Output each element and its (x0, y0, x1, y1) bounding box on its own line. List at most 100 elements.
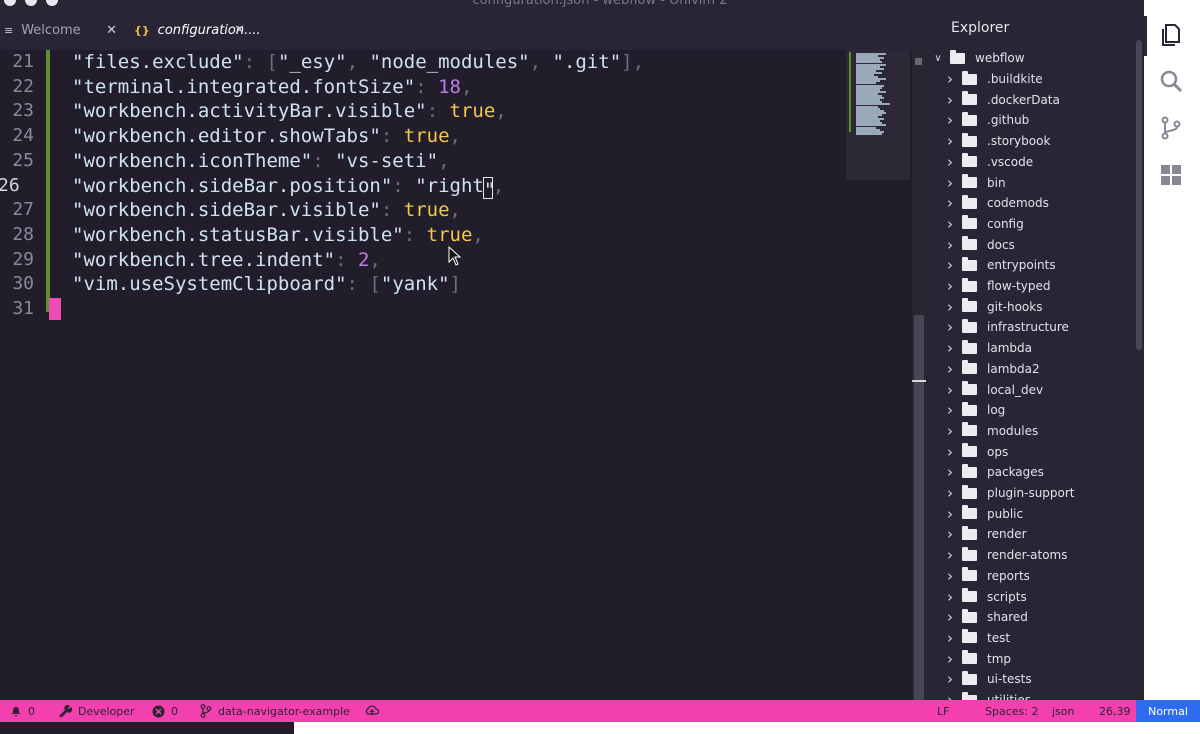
code-token: , (369, 248, 381, 271)
code-editor[interactable]: 21 22 23 24 25 26 27 28 29 30 31 "files.exclude": … (0, 50, 912, 700)
chevron-right-icon: › (947, 173, 953, 192)
cursor-position-item[interactable]: 26,39 (1099, 700, 1131, 722)
code-line[interactable]: "workbench.tree.indent": 2, (72, 248, 381, 272)
tree-item-folder[interactable]: › ops (944, 442, 1008, 462)
folder-icon (962, 70, 977, 85)
folder-icon (962, 277, 977, 292)
chevron-right-icon: › (947, 691, 953, 700)
tree-item-folder[interactable]: › test (944, 628, 1010, 648)
folder-icon (962, 215, 977, 230)
chevron-right-icon: › (947, 442, 953, 461)
code-line[interactable]: "workbench.iconTheme": "vs-seti", (72, 149, 450, 173)
source-control-icon[interactable] (1158, 115, 1184, 141)
code-token: "workbench.sideBar.position" (72, 174, 393, 197)
tree-item-folder[interactable]: › render (944, 524, 1027, 544)
tree-item-folder[interactable]: › .buildkite (944, 69, 1043, 89)
tree-item-folder[interactable]: › render-atoms (944, 545, 1068, 565)
tab-configuration[interactable]: {} configuration.... ✕ (128, 12, 261, 48)
errors-item[interactable]: 0 (152, 700, 178, 722)
folder-icon (962, 174, 977, 188)
tree-item-folder[interactable]: › lambda2 (944, 359, 1040, 379)
tab-welcome[interactable]: ≡ Welcome ✕ (0, 12, 125, 48)
minimap[interactable] (846, 50, 910, 180)
chevron-right-icon: › (947, 628, 953, 647)
code-line[interactable]: "workbench.sideBar.position": "right", (72, 174, 505, 201)
tree-item-folder[interactable]: › .github (944, 110, 1029, 130)
tree-item-folder[interactable]: › flow-typed (944, 276, 1050, 296)
line-number: 21 (12, 51, 34, 72)
tree-item-folder[interactable]: › packages (944, 462, 1044, 482)
language-item[interactable]: json (1052, 700, 1075, 722)
code-token: : (380, 125, 404, 148)
code-token: "workbench.tree.indent" (72, 248, 336, 271)
tree-item-folder[interactable]: › infrastructure (944, 317, 1069, 337)
tree-item-label: render (987, 527, 1027, 542)
files-icon[interactable] (1158, 22, 1184, 48)
tree-item-folder[interactable]: › lambda (944, 338, 1032, 358)
code-line[interactable]: "workbench.activityBar.visible": true, (72, 99, 507, 123)
code-line[interactable]: "terminal.integrated.fontSize": 18, (72, 75, 472, 99)
code-token: , (346, 51, 370, 73)
tree-item-label: local_dev (987, 382, 1044, 397)
tree-item-folder[interactable]: › entrypoints (944, 255, 1056, 275)
tree-item-label: log (987, 403, 1006, 418)
tree-item-folder[interactable]: › git-hooks (944, 297, 1042, 317)
sync-item[interactable] (365, 700, 385, 722)
tree-item-folder[interactable]: › public (944, 504, 1023, 524)
tree-item-folder[interactable]: › shared (944, 607, 1028, 627)
tree-item-label: config (987, 216, 1024, 231)
tree-item-label: entrypoints (987, 258, 1056, 273)
folder-icon (962, 256, 977, 271)
explorer-scrollbar[interactable] (1136, 40, 1142, 350)
tree-item-folder[interactable]: › utilities (944, 690, 1031, 700)
search-icon[interactable] (1158, 68, 1184, 94)
tree-item-folder[interactable]: › modules (944, 421, 1038, 441)
code-line[interactable]: "vim.useSystemClipboard": ["yank"] (72, 272, 461, 296)
code-line[interactable]: "workbench.sideBar.visible": true, (72, 198, 461, 222)
tree-item-folder[interactable]: › docs (944, 235, 1015, 255)
tree-root-label: webflow (975, 51, 1025, 65)
code-token: "workbench.activityBar.visible" (72, 100, 427, 123)
editor-scrollbar[interactable] (912, 50, 926, 700)
code-line[interactable]: "files.exclude": ["_esy", "node_modules"… (72, 50, 644, 74)
folder-open-icon (950, 49, 965, 64)
tree-item-folder[interactable]: › local_dev (944, 380, 1043, 400)
notifications-item[interactable]: 0 (10, 700, 35, 722)
tree-item-folder[interactable]: › .dockerData (944, 90, 1060, 110)
tree-item-folder[interactable]: › codemods (944, 193, 1049, 213)
tree-item-label: ui-tests (987, 672, 1032, 687)
tree-item-folder[interactable]: › config (944, 214, 1024, 234)
tree-item-label: utilities (987, 693, 1031, 700)
chevron-right-icon: › (947, 546, 953, 565)
chevron-right-icon: › (947, 504, 953, 523)
tree-root[interactable]: ∨ webflow (932, 48, 1025, 68)
line-ending-item[interactable]: LF (937, 700, 949, 722)
folder-icon (962, 153, 977, 168)
code-token: [ (369, 273, 381, 296)
code-line[interactable]: "workbench.editor.showTabs": true, (72, 124, 461, 148)
code-token: : (346, 273, 370, 296)
branch-item[interactable]: data-navigator-example (200, 700, 350, 722)
close-icon[interactable]: ✕ (106, 23, 117, 38)
code-line[interactable]: "workbench.statusBar.visible": true, (72, 223, 484, 247)
tree-item-folder[interactable]: › reports (944, 566, 1030, 586)
tree-item-folder[interactable]: › ui-tests (944, 669, 1032, 689)
tree-item-folder[interactable]: › bin (944, 173, 1006, 193)
block-cursor: " (482, 176, 496, 201)
tree-item-label: bin (987, 175, 1006, 190)
scrollbar-thumb[interactable] (914, 315, 924, 700)
close-icon[interactable]: ✕ (234, 23, 245, 38)
tree-item-folder[interactable]: › scripts (944, 587, 1027, 607)
code-token: , (492, 174, 505, 197)
tree-item-folder[interactable]: › plugin-support (944, 483, 1075, 503)
tree-item-folder[interactable]: › .vscode (944, 152, 1033, 172)
chevron-right-icon: › (947, 90, 953, 109)
tree-item-folder[interactable]: › log (944, 400, 1005, 420)
tree-item-folder[interactable]: › tmp (944, 649, 1011, 669)
extensions-icon[interactable] (1158, 162, 1184, 188)
explorer-panel: Explorer ∨ webflow › .buildkite › .dockerDa… (926, 0, 1144, 700)
code-token: "files.exclude" (72, 51, 244, 73)
developer-item[interactable]: Developer (58, 700, 135, 722)
indentation-item[interactable]: Spaces: 2 (985, 700, 1038, 722)
tree-item-folder[interactable]: › .storybook (944, 131, 1050, 151)
